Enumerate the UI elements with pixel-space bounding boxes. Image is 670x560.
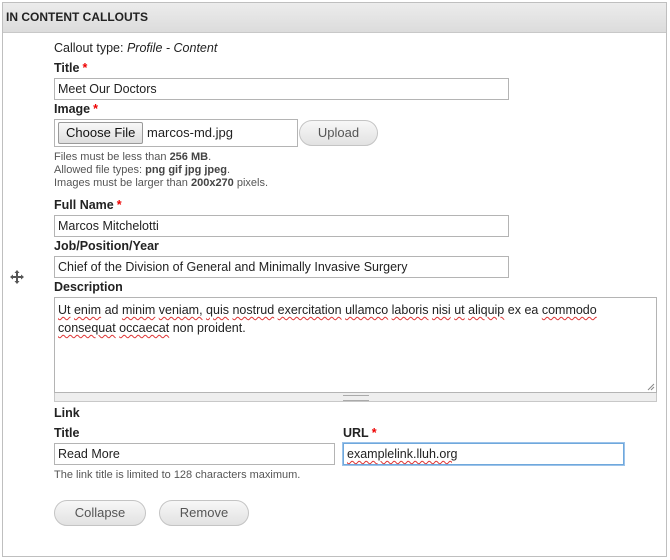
job-input[interactable]: Chief of the Division of General and Min… <box>54 256 509 278</box>
description-word: ea <box>524 303 539 317</box>
description-word: non <box>172 321 194 335</box>
title-label-text: Title <box>54 61 80 75</box>
image-types-help: Allowed file types: png gif jpg jpeg. <box>54 164 231 176</box>
required-marker: * <box>371 426 377 440</box>
description-word: consequat <box>58 321 116 335</box>
description-word: laboris <box>391 303 429 317</box>
section-title: IN CONTENT CALLOUTS <box>3 3 666 33</box>
description-word: ut <box>454 303 465 317</box>
remove-button[interactable]: Remove <box>159 500 249 526</box>
description-textarea[interactable]: Ut enim ad minim veniam, quis nostrud ex… <box>54 297 657 393</box>
full-name-input[interactable]: Marcos Mitchelotti <box>54 215 509 237</box>
title-input[interactable]: Meet Our Doctors <box>54 78 509 100</box>
link-url-label: URL * <box>343 426 377 440</box>
callout-type-value: Profile - Content <box>126 41 218 55</box>
title-label: Title * <box>54 61 87 75</box>
link-title-label: Title <box>54 426 80 440</box>
link-help: The link title is limited to 128 charact… <box>54 469 301 481</box>
description-word: occaecat <box>119 321 170 335</box>
description-word: quis <box>206 303 229 317</box>
selected-file-name: marcos-md.jpg <box>147 125 233 140</box>
move-arrows-icon[interactable] <box>10 270 24 284</box>
image-dims-help: Images must be larger than 200x270 pixel… <box>54 177 269 189</box>
image-size-help: Files must be less than 256 MB. <box>54 151 212 163</box>
description-word: ullamco <box>345 303 389 317</box>
resize-grip-icon[interactable] <box>647 383 655 391</box>
job-label: Job/Position/Year <box>54 239 159 253</box>
choose-file-button[interactable]: Choose File <box>58 122 144 144</box>
full-name-label: Full Name * <box>54 198 122 212</box>
description-word: veniam, <box>158 303 203 317</box>
description-word: proident. <box>197 321 246 335</box>
image-label-text: Image <box>54 102 91 116</box>
link-title-input[interactable]: Read More <box>54 443 335 465</box>
grip-lines <box>342 395 369 401</box>
description-label: Description <box>54 280 123 294</box>
image-file-field: Choose File marcos-md.jpg <box>54 119 298 147</box>
collapse-button[interactable]: Collapse <box>54 500 146 526</box>
image-help: Files must be less than 256 MB. Allowed … <box>54 151 268 190</box>
description-word: nostrud <box>232 303 275 317</box>
description-word: Ut <box>58 303 71 317</box>
link-url-input[interactable]: examplelink.lluh.org <box>343 443 624 465</box>
description-word: commodo <box>541 303 597 317</box>
description-word: nisi <box>431 303 451 317</box>
description-word: enim <box>73 303 102 317</box>
description-word: minim <box>121 303 156 317</box>
callout-type-line: Callout type: Profile - Content <box>54 41 217 55</box>
image-label: Image * <box>54 102 98 116</box>
required-marker: * <box>93 102 99 116</box>
required-marker: * <box>116 198 122 212</box>
description-word: aliquip <box>468 303 505 317</box>
link-url-value: examplelink.lluh.org <box>347 447 458 461</box>
description-word: ad <box>104 303 119 317</box>
upload-button[interactable]: Upload <box>299 120 378 146</box>
link-group-label: Link <box>54 406 80 420</box>
description-text: Ut enim ad minim veniam, quis nostrud ex… <box>58 303 597 335</box>
full-name-label-text: Full Name <box>54 198 114 212</box>
required-marker: * <box>82 61 88 75</box>
description-word: exercitation <box>277 303 342 317</box>
textarea-resize-bar[interactable] <box>54 393 657 402</box>
callout-type-label: Callout type: <box>54 41 124 55</box>
description-word: ex <box>507 303 521 317</box>
link-url-label-text: URL <box>343 426 369 440</box>
